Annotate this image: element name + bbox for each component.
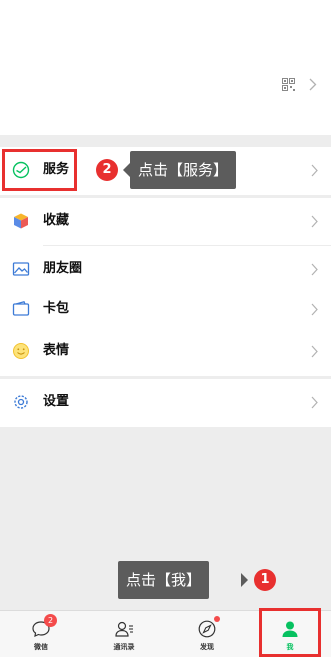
tab-contacts[interactable]: 通讯录 — [83, 611, 165, 657]
step-badge-1: 1 — [254, 569, 276, 591]
menu-item-stickers[interactable]: 表情 — [0, 328, 331, 376]
card-wallet-icon — [12, 301, 30, 316]
chevron-right-icon — [311, 215, 318, 228]
tab-label: 微信 — [34, 643, 48, 651]
menu-item-cards[interactable]: 卡包 — [0, 286, 331, 334]
compass-icon — [198, 620, 216, 638]
tab-label: 发现 — [200, 643, 214, 651]
tab-chats[interactable]: 2 微信 — [0, 611, 82, 657]
step-badge-2: 2 — [96, 159, 118, 181]
tab-label: 通讯录 — [113, 643, 135, 651]
contacts-icon — [115, 621, 133, 637]
tooltip-step1: 点击【我】 — [118, 561, 210, 599]
chevron-right-icon — [311, 345, 318, 358]
moments-icon — [12, 262, 30, 276]
chevron-right-icon — [311, 263, 318, 276]
favorites-icon — [14, 213, 28, 229]
menu-item-favorites[interactable]: 收藏 — [0, 198, 331, 246]
menu-item-label: 收藏 — [43, 213, 70, 228]
menu-item-settings[interactable]: 设置 — [0, 379, 331, 427]
tooltip-arrow — [241, 573, 248, 587]
tooltip-arrow — [123, 163, 130, 177]
menu-item-label: 朋友圈 — [43, 261, 83, 276]
menu-item-label: 表情 — [43, 343, 70, 358]
unread-badge: 2 — [44, 614, 57, 627]
chevron-right-icon — [309, 78, 317, 91]
smiley-icon — [13, 343, 29, 359]
chevron-right-icon — [311, 303, 318, 316]
highlight-box-service — [2, 149, 77, 191]
profile-header[interactable] — [0, 0, 331, 135]
menu-item-label: 卡包 — [43, 301, 70, 316]
qr-code-icon[interactable] — [282, 78, 295, 91]
tab-discover[interactable]: 发现 — [166, 611, 248, 657]
chevron-right-icon — [311, 164, 318, 177]
highlight-box-me-tab — [259, 608, 321, 657]
gear-icon — [14, 395, 28, 409]
menu-item-label: 设置 — [43, 394, 70, 409]
chevron-right-icon — [311, 396, 318, 409]
tooltip-step2: 点击【服务】 — [130, 151, 237, 189]
notification-dot — [214, 616, 220, 622]
